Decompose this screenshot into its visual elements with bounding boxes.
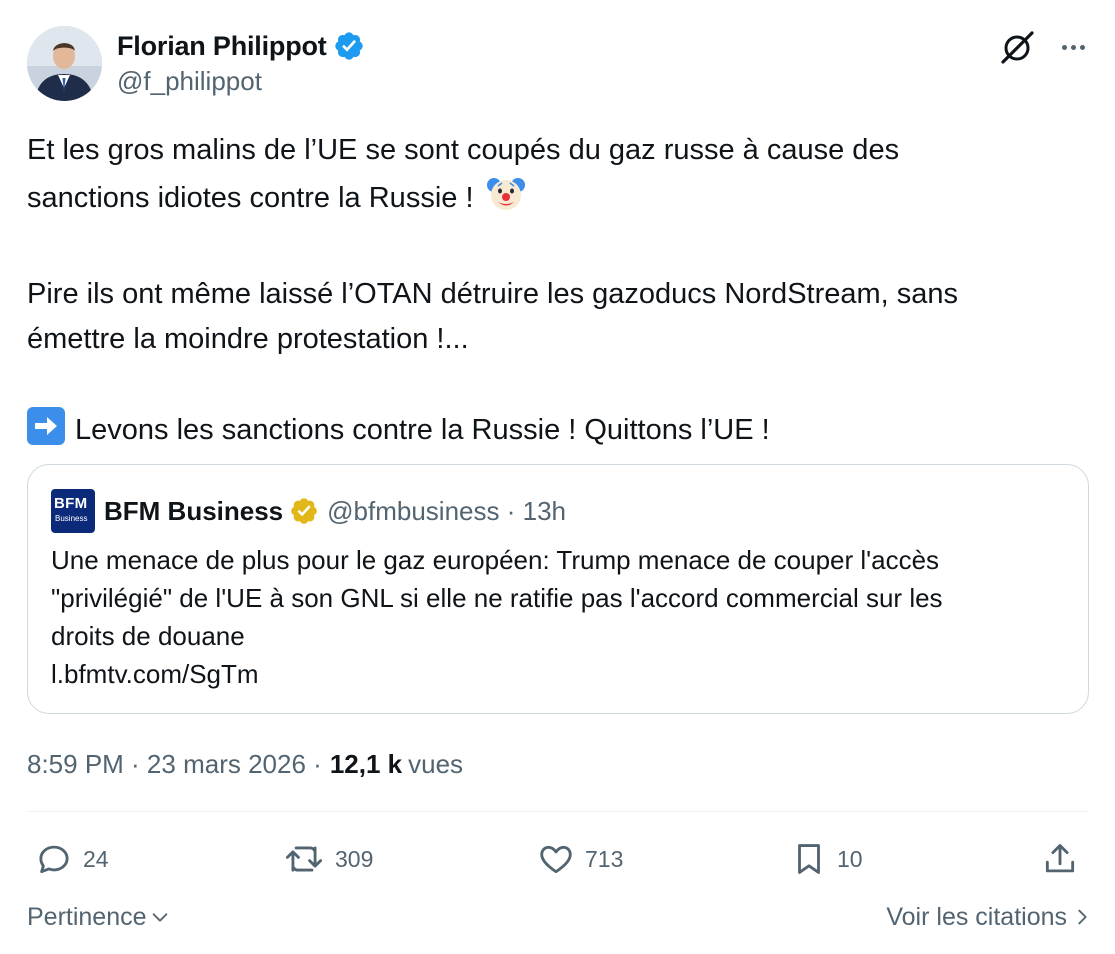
repost-count: 309 bbox=[335, 845, 374, 872]
bfm-business-logo: BFM Business bbox=[51, 489, 95, 533]
bookmark-button[interactable]: 10 bbox=[791, 834, 863, 884]
action-bar: 24 309 713 10 bbox=[27, 834, 1089, 884]
right-arrow-icon bbox=[27, 407, 65, 445]
quoted-line: droits de douane bbox=[51, 621, 245, 651]
quoted-link[interactable]: l.bfmtv.com/SgTm bbox=[51, 655, 1061, 693]
tweet-line: Levons les sanctions contre la Russie ! … bbox=[75, 414, 770, 446]
quoted-tweet-text: Une menace de plus pour le gaz européen:… bbox=[51, 541, 1061, 693]
like-button[interactable]: 713 bbox=[537, 834, 623, 884]
like-count: 713 bbox=[585, 845, 624, 872]
tweet-line: émettre la moindre protestation !... bbox=[27, 323, 469, 355]
tweet-line: sanctions idiotes contre la Russie ! bbox=[27, 182, 474, 214]
bookmark-icon bbox=[798, 844, 820, 874]
replies-footer: Pertinence Voir les citations bbox=[27, 897, 1089, 937]
author-handle[interactable]: @f_philippot bbox=[117, 66, 262, 97]
share-button[interactable] bbox=[1041, 834, 1079, 884]
author-name[interactable]: Florian Philippot bbox=[117, 31, 327, 62]
tweet-line-with-emoji: sanctions idiotes contre la Russie ! bbox=[27, 173, 1092, 227]
repost-button[interactable]: 309 bbox=[283, 834, 373, 884]
clown-face-icon bbox=[486, 173, 526, 227]
heart-icon bbox=[540, 845, 572, 874]
views-label: vues bbox=[408, 748, 464, 779]
quoted-tweet-header: BFM Business BFM Business @bfmbusiness ·… bbox=[51, 489, 566, 533]
gold-verified-badge-icon bbox=[289, 496, 319, 526]
sort-label: Pertinence bbox=[27, 902, 147, 931]
tweet-meta: 8:59 PM · 23 mars 2026 · 12,1 k vues bbox=[27, 744, 463, 784]
reply-icon bbox=[39, 845, 69, 874]
author-avatar[interactable] bbox=[27, 26, 102, 101]
logo-text: BFM bbox=[54, 495, 88, 512]
repost-icon bbox=[285, 846, 323, 872]
quoted-author-name[interactable]: BFM Business bbox=[104, 496, 283, 527]
tweet-header: Florian Philippot @f_philippot bbox=[27, 26, 1089, 102]
verified-badge-icon bbox=[333, 30, 365, 62]
tweet-line: Et les gros malins de l’UE se sont coupé… bbox=[27, 134, 900, 166]
chevron-down-icon bbox=[152, 913, 167, 922]
quoted-tweet-card[interactable]: BFM Business BFM Business @bfmbusiness ·… bbox=[27, 464, 1089, 714]
tweet-timestamp[interactable]: 8:59 PM · 23 mars 2026 · bbox=[27, 749, 322, 780]
quoted-line: "privilégié" de l'UE à son GNL si elle n… bbox=[51, 583, 943, 613]
tweet-line-with-arrow: Levons les sanctions contre la Russie ! … bbox=[27, 407, 1092, 453]
more-options-icon[interactable] bbox=[1057, 32, 1089, 62]
logo-subtext: Business bbox=[55, 514, 88, 523]
share-icon bbox=[1045, 844, 1075, 873]
quoted-line: Une menace de plus pour le gaz européen:… bbox=[51, 545, 940, 575]
chevron-right-icon bbox=[1078, 909, 1087, 925]
view-quotes-label: Voir les citations bbox=[886, 902, 1067, 931]
view-quotes-link[interactable]: Voir les citations bbox=[886, 897, 1089, 937]
quoted-handle-time[interactable]: @bfmbusiness · 13h bbox=[327, 496, 566, 527]
reply-button[interactable]: 24 bbox=[35, 834, 109, 884]
views-count[interactable]: 12,1 k bbox=[330, 749, 402, 780]
tweet-line: Pire ils ont même laissé l’OTAN détruire… bbox=[27, 278, 959, 310]
reply-count: 24 bbox=[83, 845, 109, 872]
bookmark-count: 10 bbox=[837, 845, 863, 872]
divider bbox=[27, 811, 1089, 812]
grok-icon[interactable] bbox=[999, 28, 1037, 66]
tweet-text: Et les gros malins de l’UE se sont coupé… bbox=[27, 128, 1092, 453]
author-name-row: Florian Philippot bbox=[117, 28, 365, 64]
sort-dropdown[interactable]: Pertinence bbox=[27, 897, 171, 937]
